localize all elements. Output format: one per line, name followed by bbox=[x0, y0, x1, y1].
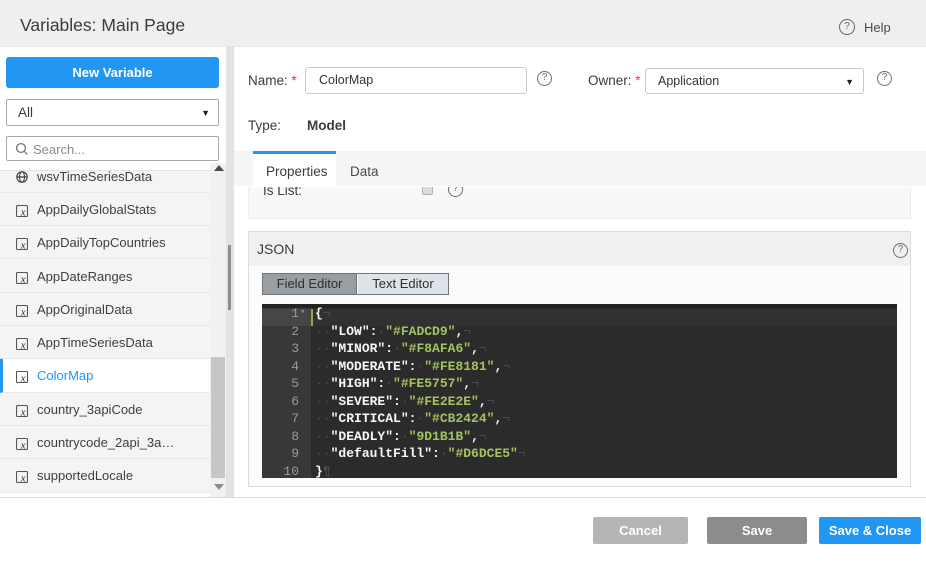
svg-text:x: x bbox=[20, 240, 26, 250]
svg-text:x: x bbox=[20, 373, 26, 383]
svg-text:x: x bbox=[20, 473, 26, 483]
svg-text:x: x bbox=[20, 273, 26, 283]
svg-text:x: x bbox=[20, 340, 26, 350]
svg-text:x: x bbox=[20, 406, 26, 416]
svg-text:x: x bbox=[20, 440, 26, 450]
svg-text:x: x bbox=[20, 206, 26, 216]
svg-text:x: x bbox=[20, 306, 26, 316]
